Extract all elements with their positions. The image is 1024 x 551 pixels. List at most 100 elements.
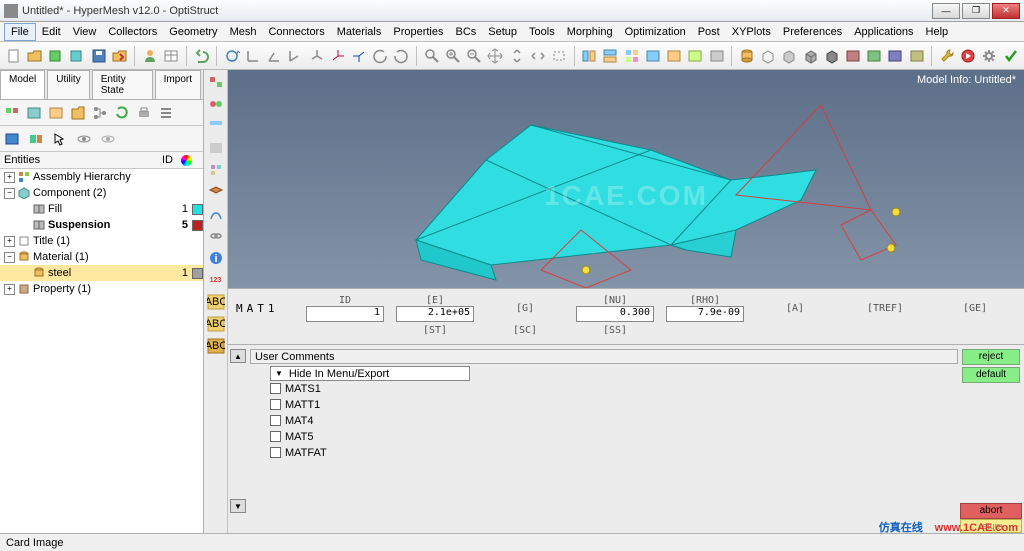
entity-tree[interactable]: + Assembly Hierarchy − Component (2) Fil… [0, 169, 203, 533]
tab-entity[interactable]: Entity State [92, 70, 153, 99]
field-rho[interactable]: 7.9e-09 [666, 306, 744, 322]
filter-refresh-icon[interactable] [112, 103, 132, 123]
maximize-button[interactable]: ❐ [962, 3, 990, 19]
run-icon[interactable] [959, 46, 978, 66]
wrench-icon[interactable] [937, 46, 956, 66]
cube3-icon[interactable] [801, 46, 820, 66]
vis-info-icon[interactable]: i [206, 248, 226, 268]
vis-layer-icon[interactable] [206, 182, 226, 202]
color-swatch[interactable] [192, 268, 203, 279]
comments-dropdown[interactable]: ▼Hide In Menu/Export [270, 366, 470, 381]
table-icon[interactable] [162, 46, 181, 66]
tab-import[interactable]: Import [155, 70, 201, 99]
tree-header-entities[interactable]: Entities [4, 154, 149, 166]
zoom-in-icon[interactable] [443, 46, 462, 66]
tab-model[interactable]: Model [0, 70, 45, 99]
sel-add-icon[interactable] [26, 129, 46, 149]
disp7-icon[interactable] [707, 46, 726, 66]
vis-abc2-icon[interactable]: ABC [206, 314, 226, 334]
menu-applications[interactable]: Applications [848, 24, 919, 40]
disp1-icon[interactable] [580, 46, 599, 66]
sel-eye2-icon[interactable] [98, 129, 118, 149]
rot-cw-icon[interactable] [392, 46, 411, 66]
rot-ccw-icon[interactable] [371, 46, 390, 66]
zoom-icon[interactable] [422, 46, 441, 66]
menu-file[interactable]: File [4, 23, 36, 41]
panel1-icon[interactable] [843, 46, 862, 66]
checkbox[interactable] [270, 415, 281, 426]
graphics-viewport[interactable]: Model Info: Untitled* [228, 70, 1024, 288]
color-swatch[interactable] [192, 204, 203, 215]
filter-include-icon[interactable] [68, 103, 88, 123]
tree-fill[interactable]: Fill 1 [0, 201, 203, 217]
tab-utility[interactable]: Utility [47, 70, 89, 99]
checkbox[interactable] [270, 447, 281, 458]
panel2-icon[interactable] [865, 46, 884, 66]
filter-mat-icon[interactable] [46, 103, 66, 123]
sel-arrow-icon[interactable] [50, 129, 70, 149]
vis-sys-icon[interactable] [206, 138, 226, 158]
tree-component[interactable]: − Component (2) [0, 185, 203, 201]
expand-icon[interactable]: + [4, 284, 15, 295]
menu-geometry[interactable]: Geometry [163, 24, 223, 40]
check-matfat[interactable]: MATFAT [270, 445, 958, 460]
axis-xy-icon[interactable] [243, 46, 262, 66]
axis-xz-icon[interactable] [264, 46, 283, 66]
checkbox[interactable] [270, 399, 281, 410]
tree-material[interactable]: − Material (1) [0, 249, 203, 265]
zoom-out-icon[interactable] [465, 46, 484, 66]
menu-properties[interactable]: Properties [387, 24, 449, 40]
vis-abc1-icon[interactable]: ABC [206, 292, 226, 312]
abort-button[interactable]: abort [960, 503, 1022, 519]
import-solver-icon[interactable] [68, 46, 87, 66]
field-e[interactable]: 2.1e+05 [396, 306, 474, 322]
close-button[interactable]: ✕ [992, 3, 1020, 19]
panel3-icon[interactable] [886, 46, 905, 66]
cube2-icon[interactable] [780, 46, 799, 66]
filter-comp-icon[interactable] [2, 103, 22, 123]
check-mat4[interactable]: MAT4 [270, 413, 958, 428]
sel-eye-icon[interactable] [74, 129, 94, 149]
tree-header-id[interactable]: ID [149, 154, 173, 166]
check-mats1[interactable]: MATS1 [270, 381, 958, 396]
new-icon[interactable] [4, 46, 23, 66]
default-button[interactable]: default [962, 367, 1020, 383]
vis-group-icon[interactable] [206, 160, 226, 180]
menu-help[interactable]: Help [920, 24, 955, 40]
pan-icon[interactable] [486, 46, 505, 66]
menu-tools[interactable]: Tools [523, 24, 561, 40]
rotate-icon[interactable] [222, 46, 241, 66]
check-mat5[interactable]: MAT5 [270, 429, 958, 444]
panel4-icon[interactable] [907, 46, 926, 66]
menu-setup[interactable]: Setup [482, 24, 523, 40]
menu-connectors[interactable]: Connectors [262, 24, 330, 40]
disp4-icon[interactable] [643, 46, 662, 66]
color-swatch[interactable] [192, 220, 203, 231]
field-id[interactable]: 1 [306, 306, 384, 322]
save-icon[interactable] [89, 46, 108, 66]
reject-button[interactable]: reject [962, 349, 1020, 365]
menu-optimization[interactable]: Optimization [619, 24, 692, 40]
menu-bcs[interactable]: BCs [450, 24, 483, 40]
filter-tree-icon[interactable] [90, 103, 110, 123]
tree-steel[interactable]: steel 1 [0, 265, 203, 281]
menu-mesh[interactable]: Mesh [224, 24, 263, 40]
undo-icon[interactable] [192, 46, 211, 66]
user-icon[interactable] [140, 46, 159, 66]
collapse-icon[interactable]: − [4, 252, 15, 263]
checkbox[interactable] [270, 383, 281, 394]
vis-func-icon[interactable] [206, 204, 226, 224]
vis-chain-icon[interactable] [206, 226, 226, 246]
tree-suspension[interactable]: Suspension 5 [0, 217, 203, 233]
minimize-button[interactable]: — [932, 3, 960, 19]
tree-assembly[interactable]: + Assembly Hierarchy [0, 169, 203, 185]
menu-materials[interactable]: Materials [331, 24, 388, 40]
disp5-icon[interactable] [665, 46, 684, 66]
menu-preferences[interactable]: Preferences [777, 24, 848, 40]
vis-comp-icon[interactable] [206, 72, 226, 92]
menu-collectors[interactable]: Collectors [102, 24, 163, 40]
filter-list-icon[interactable] [156, 103, 176, 123]
collapse-icon[interactable]: − [4, 188, 15, 199]
import-geom-icon[interactable] [46, 46, 65, 66]
disp2-icon[interactable] [601, 46, 620, 66]
